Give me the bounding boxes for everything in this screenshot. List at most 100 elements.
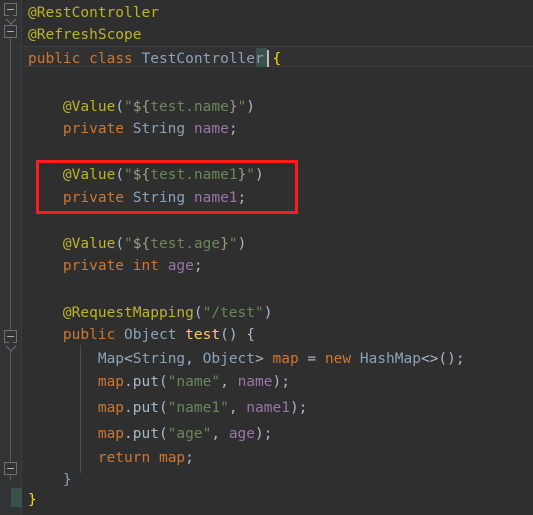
code-token: @RestController xyxy=(28,5,159,21)
code-token: private xyxy=(62,258,125,274)
code-line[interactable]: @RequestMapping("/test") xyxy=(22,303,533,323)
code-token: map xyxy=(272,351,299,367)
code-token: return xyxy=(97,450,151,466)
code-token: , xyxy=(211,426,229,442)
code-token: test.age xyxy=(150,236,221,252)
code-token: String xyxy=(132,190,186,206)
fold-marker-restcontroller[interactable] xyxy=(4,3,17,16)
code-token: @RequestMapping xyxy=(62,305,194,321)
code-token: .put( xyxy=(124,400,168,416)
code-line[interactable]: @Value("${test.age}") xyxy=(22,234,533,254)
code-token: ( xyxy=(115,99,125,115)
code-token: test xyxy=(185,327,221,343)
code-token: ${ xyxy=(132,236,151,252)
code-line[interactable]: @RestController xyxy=(22,3,533,23)
code-line[interactable]: @Value("${test.name}") xyxy=(22,97,533,117)
code-token: " xyxy=(124,99,133,115)
code-token: ; xyxy=(193,258,203,274)
code-line[interactable]: private int age; xyxy=(22,256,533,276)
code-token: ( xyxy=(115,236,125,252)
fold-marker-class-end[interactable] xyxy=(4,462,17,475)
code-line[interactable]: @RefreshScope xyxy=(22,25,533,45)
code-token: ); xyxy=(255,426,273,442)
code-line-text: } xyxy=(22,490,37,510)
code-token: } xyxy=(220,236,229,252)
code-token: ) xyxy=(263,305,273,321)
code-token: } xyxy=(237,167,247,183)
code-line[interactable]: map.put("name1", name1); xyxy=(22,398,533,418)
fold-marker-refreshscope[interactable] xyxy=(4,25,17,38)
code-token: ${ xyxy=(132,99,151,115)
code-token: () { xyxy=(220,327,256,343)
code-token: TestController xyxy=(141,51,264,67)
code-token: " xyxy=(124,167,133,183)
code-token: } xyxy=(62,472,72,488)
code-line[interactable]: public Object test() { xyxy=(22,325,533,345)
code-token: name1 xyxy=(246,400,290,416)
code-token: ) xyxy=(237,236,247,252)
code-token: private xyxy=(62,121,125,137)
code-token: String xyxy=(132,121,186,137)
code-token: ( xyxy=(115,167,125,183)
code-line[interactable]: map.put("age", age); xyxy=(22,424,533,444)
code-token: "/test" xyxy=(202,305,264,321)
code-token: test.name xyxy=(150,99,229,115)
code-line-text: map.put("name", name); xyxy=(22,372,290,392)
code-line-text: private String name1; xyxy=(22,188,246,208)
code-token: @Value xyxy=(62,167,116,183)
code-token: { xyxy=(272,51,282,67)
code-token: " xyxy=(246,167,256,183)
code-token: " xyxy=(237,99,247,115)
code-line[interactable]: @Value("${test.name1}") xyxy=(22,165,533,185)
code-token: Map xyxy=(97,351,125,367)
code-token: String xyxy=(132,351,186,367)
code-area[interactable]: @RestController @RefreshScope public class… xyxy=(11,0,533,515)
code-token: ) xyxy=(246,99,256,115)
text-caret xyxy=(267,50,269,67)
code-line[interactable]: private String name; xyxy=(22,119,533,139)
code-line-text: } xyxy=(22,470,72,490)
editor-gutter[interactable] xyxy=(0,0,22,515)
code-line[interactable]: return map; xyxy=(22,448,533,468)
code-line[interactable]: Map<String, Object> map = new HashMap<>(… xyxy=(22,349,533,369)
code-token: " xyxy=(228,236,238,252)
code-line-text: public Object test() { xyxy=(22,325,255,345)
code-token: public xyxy=(62,327,116,343)
code-token: } xyxy=(28,492,37,508)
code-token: private xyxy=(62,190,125,206)
fold-marker-test-method[interactable] xyxy=(4,330,17,343)
code-line[interactable]: } xyxy=(22,490,533,510)
code-line[interactable]: private String name1; xyxy=(22,188,533,208)
code-line-text: @Value("${test.name}") xyxy=(22,97,255,117)
code-line-text: @Value("${test.age}") xyxy=(22,234,246,254)
code-line[interactable]: map.put("name", name); xyxy=(22,372,533,392)
code-token: HashMap xyxy=(359,351,421,367)
code-line[interactable]: public class TestController { xyxy=(22,49,533,69)
code-token: map xyxy=(97,426,125,442)
code-token: ${ xyxy=(132,167,151,183)
code-token: @RefreshScope xyxy=(28,27,142,43)
code-line-text: @RequestMapping("/test") xyxy=(22,303,273,323)
code-token: map xyxy=(97,400,125,416)
code-token: Object xyxy=(202,351,256,367)
code-editor[interactable]: @RestController @RefreshScope public class… xyxy=(0,0,533,515)
code-line-text: return map; xyxy=(22,448,194,468)
code-line[interactable]: } xyxy=(22,470,533,490)
code-token: = xyxy=(298,351,325,367)
code-token: class xyxy=(89,51,133,67)
code-line-text: private String name; xyxy=(22,119,238,139)
